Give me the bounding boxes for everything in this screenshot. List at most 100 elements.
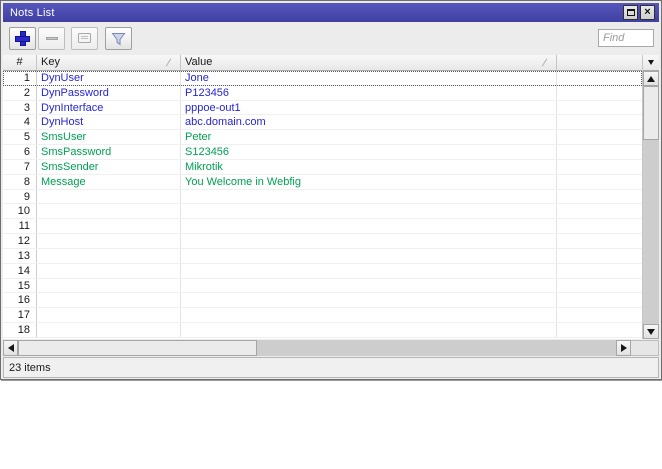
cell-extra: [557, 308, 642, 322]
scrollbar-corner: [631, 340, 659, 356]
cell-value: [181, 293, 557, 308]
scroll-up-button[interactable]: [643, 71, 659, 86]
table-row[interactable]: 13: [3, 248, 642, 264]
vertical-scroll-track[interactable]: [643, 86, 659, 324]
cell-extra: [557, 101, 642, 115]
filter-icon: [111, 32, 126, 46]
add-button[interactable]: [9, 27, 36, 50]
horizontal-scroll-track[interactable]: [18, 340, 616, 356]
cell-extra: [557, 145, 642, 159]
cell-extra: [557, 190, 642, 204]
table-row[interactable]: 10: [3, 204, 642, 220]
table-row[interactable]: 8 Message You Welcome in Webfig: [3, 174, 642, 190]
remove-button[interactable]: [38, 27, 65, 50]
cell-key: SmsPassword: [37, 145, 181, 159]
cell-extra: [557, 293, 642, 307]
scroll-left-button[interactable]: [3, 340, 18, 356]
cell-value: abc.domain.com: [181, 115, 557, 130]
maximize-button[interactable]: [623, 5, 638, 20]
cell-value: Jone: [181, 71, 557, 85]
maximize-icon: [626, 9, 635, 16]
cell-extra: [557, 71, 642, 85]
sort-icon: [540, 58, 548, 67]
cell-value: [181, 234, 557, 248]
window-title: Nots List: [10, 6, 55, 19]
cell-value: [181, 308, 557, 323]
table-row[interactable]: 7 SmsSender Mikrotik: [3, 159, 642, 175]
cell-value: S123456: [181, 145, 557, 159]
table-row[interactable]: 16: [3, 293, 642, 309]
table-row[interactable]: 6 SmsPassword S123456: [3, 145, 642, 160]
cell-number: 16: [3, 293, 37, 308]
table: # Key Value 1 DynUser Jone 2 DynPassword P123…: [3, 55, 659, 339]
cell-value: [181, 204, 557, 219]
cell-number: 13: [3, 248, 37, 263]
table-row[interactable]: 12: [3, 234, 642, 249]
table-row[interactable]: 5 SmsUser Peter: [3, 130, 642, 146]
cell-value: You Welcome in Webfig: [181, 174, 557, 189]
cell-number: 5: [3, 130, 37, 145]
cell-key: SmsUser: [37, 130, 181, 145]
cell-key: [37, 219, 181, 234]
table-row[interactable]: 3 DynInterface pppoe-out1: [3, 100, 642, 116]
cell-key: [37, 323, 181, 337]
cell-number: 12: [3, 234, 37, 248]
horizontal-scroll-thumb[interactable]: [18, 340, 257, 356]
column-header-value[interactable]: Value: [181, 55, 557, 70]
cell-number: 11: [3, 219, 37, 234]
table-header: # Key Value: [3, 55, 642, 71]
cell-key: [37, 308, 181, 323]
cell-key: [37, 234, 181, 248]
cell-key: [37, 278, 181, 293]
cell-number: 8: [3, 174, 37, 189]
cell-key: [37, 263, 181, 278]
cell-number: 4: [3, 115, 37, 130]
cell-key: DynUser: [37, 71, 181, 85]
minus-icon: [45, 37, 58, 40]
cell-value: pppoe-out1: [181, 100, 557, 115]
cell-extra: [557, 249, 642, 263]
scroll-right-button[interactable]: [616, 340, 631, 356]
table-row[interactable]: 1 DynUser Jone: [3, 71, 642, 86]
scroll-down-button[interactable]: [643, 324, 659, 339]
cell-key: Message: [37, 174, 181, 189]
cell-value: [181, 323, 557, 337]
column-header-extra: [557, 55, 642, 70]
table-row[interactable]: 9: [3, 189, 642, 205]
cell-number: 15: [3, 278, 37, 293]
table-row[interactable]: 4 DynHost abc.domain.com: [3, 115, 642, 131]
table-row[interactable]: 15: [3, 278, 642, 294]
nots-list-window: Nots List × Find # Key Value 1 DynUser J…: [0, 0, 662, 380]
cell-number: 2: [3, 85, 37, 100]
cell-number: 1: [3, 71, 37, 85]
cell-key: DynInterface: [37, 100, 181, 115]
table-body: 1 DynUser Jone 2 DynPassword P123456 3 DynInter…: [3, 71, 642, 339]
table-row[interactable]: 18: [3, 323, 642, 338]
plus-icon: [15, 31, 30, 46]
column-header-number[interactable]: #: [3, 55, 37, 70]
copy-button[interactable]: [71, 27, 98, 50]
cell-key: [37, 293, 181, 308]
table-row[interactable]: 11: [3, 219, 642, 235]
cell-number: 17: [3, 308, 37, 323]
cell-key: [37, 204, 181, 219]
titlebar[interactable]: Nots List ×: [3, 3, 659, 22]
cell-value: [181, 219, 557, 234]
table-row[interactable]: 17: [3, 308, 642, 324]
close-button[interactable]: ×: [640, 5, 655, 20]
filter-button[interactable]: [105, 27, 132, 50]
find-input[interactable]: [598, 29, 654, 47]
cell-extra: [557, 86, 642, 100]
arrow-up-icon: [647, 75, 655, 82]
column-select-button[interactable]: [643, 55, 659, 71]
cell-extra: [557, 160, 642, 174]
cell-key: SmsSender: [37, 159, 181, 174]
cell-number: 3: [3, 100, 37, 115]
cell-number: 9: [3, 189, 37, 204]
vertical-scroll-thumb[interactable]: [643, 86, 659, 140]
cell-value: P123456: [181, 85, 557, 100]
table-row[interactable]: 2 DynPassword P123456: [3, 85, 642, 101]
cell-extra: [557, 204, 642, 218]
table-row[interactable]: 14: [3, 263, 642, 279]
column-header-key[interactable]: Key: [37, 55, 181, 70]
